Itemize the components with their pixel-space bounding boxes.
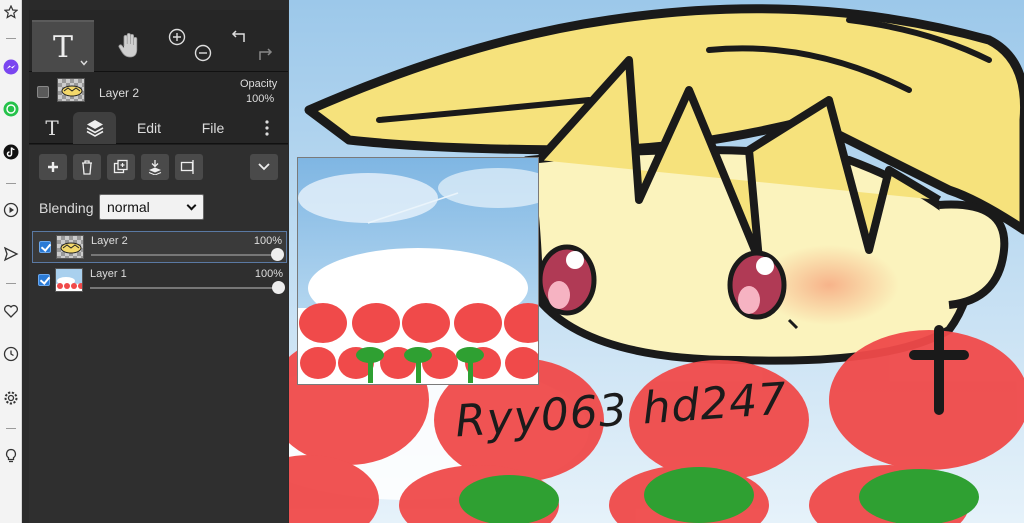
blending-select[interactable]: normal — [99, 194, 204, 220]
layer-properties-icon — [180, 160, 194, 174]
add-layer-button[interactable] — [39, 154, 67, 180]
heart-icon[interactable] — [2, 302, 20, 320]
active-layer-thumbnail — [57, 78, 85, 102]
panel-tabs: T Edit File — [29, 112, 288, 144]
hand-icon — [118, 33, 138, 58]
layer-thumbnail — [56, 235, 84, 259]
messenger-icon[interactable] — [2, 58, 20, 76]
send-icon[interactable] — [2, 245, 20, 263]
layer-opacity: 100% — [254, 268, 283, 280]
more-vertical-icon — [265, 120, 269, 136]
layer-name: Layer 2 — [91, 235, 128, 247]
sidebar-separator — [6, 38, 16, 39]
history-tools — [225, 20, 281, 72]
layer-toolbar — [29, 145, 288, 191]
hand-tool-button[interactable] — [99, 20, 159, 72]
sidebar-separator — [6, 183, 16, 184]
trash-icon — [82, 160, 92, 175]
blending-value: normal — [107, 199, 150, 215]
top-strip — [29, 0, 288, 10]
zoom-in-icon[interactable] — [168, 28, 186, 46]
more-menu-button[interactable] — [255, 112, 279, 144]
zoom-tools — [167, 20, 219, 72]
layer-opacity-slider[interactable] — [90, 287, 279, 289]
layer-opacity-knob[interactable] — [272, 281, 285, 294]
gear-icon[interactable] — [2, 389, 20, 407]
delete-layer-button[interactable] — [73, 154, 101, 180]
duplicate-layer-button[interactable] — [107, 154, 135, 180]
merge-down-button[interactable] — [141, 154, 169, 180]
active-layer-name: Layer 2 — [99, 86, 140, 100]
layer-row[interactable]: Layer 1 100% — [32, 265, 287, 297]
layer-visibility-checkbox[interactable] — [39, 241, 51, 253]
tab-layers[interactable] — [73, 112, 116, 144]
layer-opacity: 100% — [253, 235, 282, 247]
layer-options-dropdown[interactable] — [250, 154, 278, 180]
text-tool-button[interactable]: T — [32, 20, 94, 72]
blending-label: Blending — [39, 200, 94, 216]
sidebar-separator — [6, 283, 16, 284]
tiktok-icon[interactable] — [2, 143, 20, 161]
sidebar-separator — [6, 428, 16, 429]
browser-sidebar — [0, 0, 22, 523]
undo-icon[interactable] — [231, 28, 249, 46]
play-icon[interactable] — [2, 201, 20, 219]
tab-edit[interactable]: Edit — [127, 112, 171, 144]
layer-row[interactable]: Layer 2 100% — [32, 231, 287, 263]
chevron-down-icon — [258, 163, 270, 171]
opacity-label: Opacity — [240, 78, 278, 90]
editor-panel: T Layer 2 Opacity 100% T Edit File Blend… — [29, 0, 288, 523]
blending-row: Blending normal — [29, 191, 288, 229]
clock-icon[interactable] — [2, 345, 20, 363]
chevron-down-icon — [186, 200, 197, 211]
tab-text[interactable]: T — [37, 112, 67, 144]
layer-opacity-slider[interactable] — [91, 254, 278, 256]
zoom-out-icon[interactable] — [194, 44, 212, 62]
layer-preview-window — [297, 157, 539, 385]
merge-down-icon — [148, 160, 162, 175]
lightbulb-icon[interactable] — [2, 447, 20, 465]
text-tool-glyph: T — [52, 29, 73, 65]
active-layer-visibility-checkbox[interactable] — [37, 86, 49, 98]
active-layer-info: Layer 2 Opacity 100% — [29, 72, 288, 112]
plus-icon — [48, 162, 58, 172]
opacity-value[interactable]: 100% — [246, 93, 274, 105]
layer-properties-button[interactable] — [175, 154, 203, 180]
star-icon[interactable] — [2, 3, 20, 21]
layer-preview-image — [298, 158, 538, 384]
layers-icon — [86, 120, 103, 137]
layer-visibility-checkbox[interactable] — [38, 274, 50, 286]
layer-thumbnail — [55, 268, 83, 292]
tab-file[interactable]: File — [191, 112, 235, 144]
layer-name: Layer 1 — [90, 268, 127, 280]
app-root: T Layer 2 Opacity 100% T Edit File Blend… — [0, 0, 1024, 523]
whatsapp-icon[interactable] — [2, 100, 20, 118]
redo-icon[interactable] — [255, 46, 273, 64]
tool-row: T — [29, 10, 288, 72]
layers-list: Layer 2 100% Layer 1 100% — [29, 229, 288, 523]
chevron-down-icon — [80, 60, 88, 66]
layer-opacity-knob[interactable] — [271, 248, 284, 261]
duplicate-icon — [113, 159, 128, 174]
